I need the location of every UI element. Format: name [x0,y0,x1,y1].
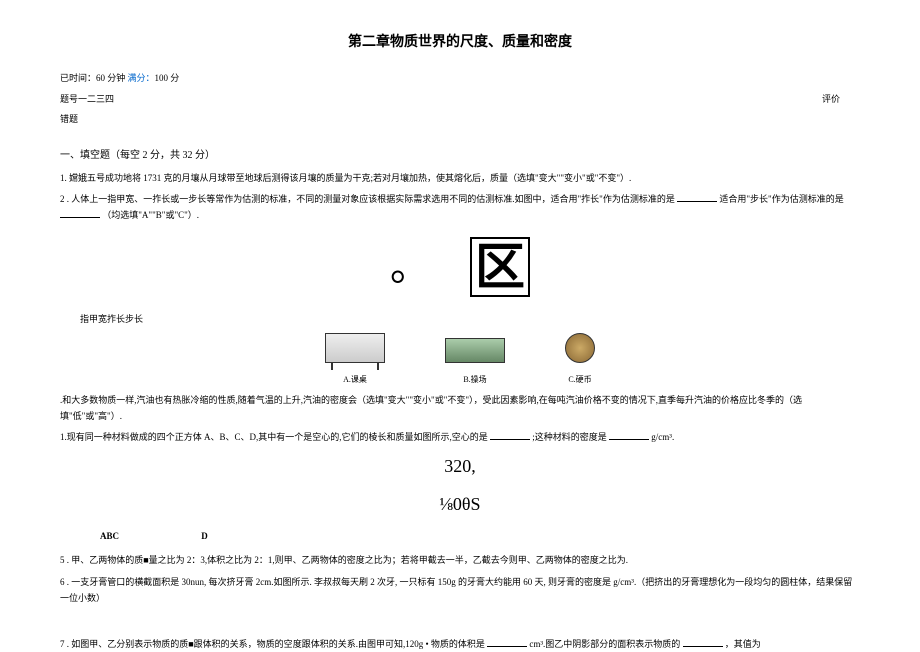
question-7: 7 . 如图甲、乙分别表示物质的质■跟体积的关系，物质的空度跟体积的关系.由图甲… [60,636,860,652]
q4-text-b: ;这种材料的密度是 [532,432,607,442]
circle-symbol: 。 [390,231,430,303]
q4-text-a: 1.现有同一种材料做成的四个正方体 A、B、C、D,其中有一个是空心的,它们的棱… [60,432,488,442]
item-b-label: B.操场 [445,373,505,387]
items-figure-row: A.课桌 B.操场 C.硬币 [60,333,860,387]
blank-field [683,637,723,647]
timer-value: 60 分钟 [96,73,125,83]
blank-field [487,637,527,647]
figure-symbols-row: 。 区 [60,231,860,303]
score-value: 100 分 [155,73,180,83]
coin-icon [565,333,595,363]
q2-text-b: 适合用"步长"作为估测标准的是 [719,194,843,204]
section-1-header: 一、填空题（每空 2 分，共 32 分） [60,147,860,165]
box-symbol: 区 [470,237,530,297]
figure-number-1: 320, [60,450,860,482]
abc-label: ABC [100,531,119,541]
evaluation-label: 评价 [822,91,840,107]
score-label: 满分： [125,73,154,83]
blank-field [490,430,530,440]
item-a-label: A.课桌 [325,373,385,387]
blank-field [60,208,100,218]
desk-icon [325,333,385,363]
blank-field [609,430,649,440]
field-icon [445,338,505,363]
abc-labels: ABC D [60,528,860,544]
q4-text-c: g/cm³. [651,432,674,442]
d-label: D [201,531,208,541]
item-desk: A.课桌 [325,333,385,387]
q2-text-c: （均选填"A""B"或"C"）. [102,210,199,220]
question-6: 6 . 一支牙膏管口的横截面积是 30nun, 每次挤牙膏 2cm.如图所示. … [60,574,860,606]
question-3: .和大多数物质一样,汽油也有热胀冷缩的性质,随着气温的上升,汽油的密度会（选填"… [60,392,860,424]
timer-row: 已时间：60 分钟 满分：100 分 [60,70,860,86]
question-numbers: 题号一二三四 [60,91,114,107]
q7-text-c: ，其值为 [725,639,761,649]
question-4: 1.现有同一种材料做成的四个正方体 A、B、C、D,其中有一个是空心的,它们的棱… [60,429,860,445]
question-1: 1. 嫦娥五号成功地将 1731 克的月壤从月球带至地球后测得该月壤的质量为干克… [60,170,860,186]
wrong-question-label: 错题 [60,111,860,127]
score-table-row: 题号一二三四 评价 [60,91,840,107]
finger-measurement-label: 指甲宽拃长步长 [60,311,860,327]
q2-text-a: 2 . 人体上一指甲宽、一拃长或一步长等常作为估测的标准，不同的测量对象应该根据… [60,194,675,204]
question-2: 2 . 人体上一指甲宽、一拃长或一步长等常作为估测的标准，不同的测量对象应该根据… [60,191,860,223]
blank-field [677,192,717,202]
page-title: 第二章物质世界的尺度、质量和密度 [60,30,860,55]
question-5: 5 . 甲、乙两物体的质■量之比为 2：3,体积之比为 2：1,则甲、乙两物体的… [60,552,860,568]
figure-number-2: ⅛0θS [60,488,860,520]
q7-text-b: cm³.图乙中阴影部分的面积表示物质的 [529,639,680,649]
item-c-label: C.硬币 [565,373,595,387]
item-field: B.操场 [445,338,505,387]
q7-text-a: 7 . 如图甲、乙分别表示物质的质■跟体积的关系，物质的空度跟体积的关系.由图甲… [60,639,485,649]
item-coin: C.硬币 [565,333,595,387]
timer-prefix: 已时间： [60,73,96,83]
